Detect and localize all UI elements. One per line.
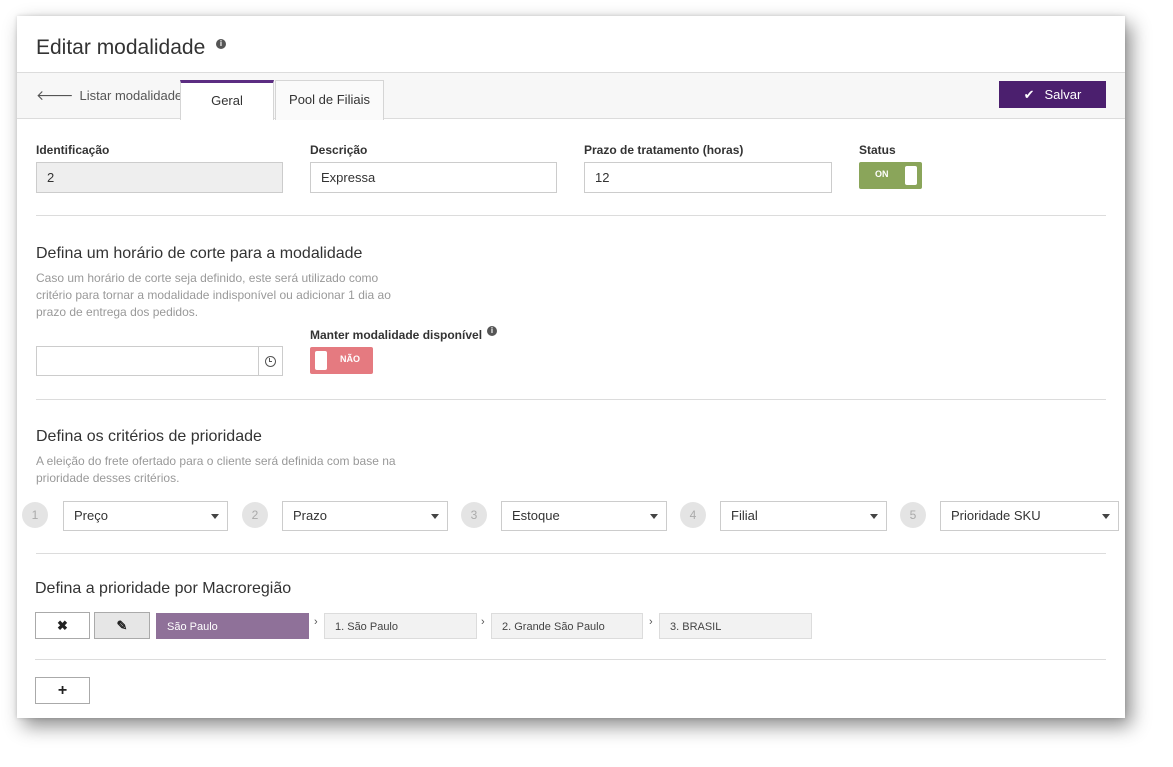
caret-down-icon <box>870 514 878 519</box>
cutoff-time-input[interactable] <box>36 346 283 376</box>
priority-step-2: 2 <box>242 502 268 528</box>
chevron-right-icon: › <box>481 616 485 628</box>
region-item-1: 1. São Paulo <box>324 613 477 639</box>
add-region-button[interactable]: + <box>35 677 90 704</box>
save-button-label: Salvar <box>1044 86 1082 102</box>
toggle-knob <box>315 351 327 370</box>
descricao-label: Descrição <box>310 143 368 157</box>
descricao-field[interactable]: Expressa <box>310 162 557 193</box>
title-bar: Editar modalidade i <box>17 16 1125 73</box>
priority-select-1-value: Preço <box>74 508 108 523</box>
status-toggle-text: ON <box>875 169 889 179</box>
toggle-knob <box>905 166 917 185</box>
prazo-label: Prazo de tratamento (horas) <box>584 143 744 157</box>
caret-down-icon <box>650 514 658 519</box>
divider <box>36 215 1106 216</box>
info-circle-icon[interactable]: i <box>216 39 226 49</box>
priority-select-5-value: Prioridade SKU <box>951 508 1041 523</box>
priority-section-title: Defina os critérios de prioridade <box>36 428 262 445</box>
priority-select-1[interactable]: Preço <box>63 501 228 531</box>
region-item-2: 2. Grande São Paulo <box>491 613 643 639</box>
caret-down-icon <box>431 514 439 519</box>
edit-modality-panel: Editar modalidade i 🡐 Listar modalidades … <box>17 16 1125 718</box>
priority-select-4-value: Filial <box>731 508 758 523</box>
priority-select-4[interactable]: Filial <box>720 501 887 531</box>
cutoff-section-description: Caso um horário de corte seja definido, … <box>36 271 391 319</box>
back-link-label: Listar modalidades <box>79 88 189 103</box>
chevron-right-icon: › <box>314 616 318 628</box>
tab-pool-de-filiais[interactable]: Pool de Filiais <box>275 80 384 120</box>
priority-step-4: 4 <box>680 502 706 528</box>
divider <box>36 553 1106 554</box>
priority-select-2-value: Prazo <box>293 508 327 523</box>
tabs-bar: 🡐 Listar modalidades Geral Pool de Filiai… <box>17 73 1125 120</box>
status-label: Status <box>859 143 896 157</box>
caret-down-icon <box>1102 514 1110 519</box>
identificacao-field: 2 <box>36 162 283 193</box>
back-to-list-link[interactable]: 🡐 Listar modalidades <box>36 87 189 104</box>
priority-select-2[interactable]: Prazo <box>282 501 448 531</box>
identificacao-label: Identificação <box>36 143 110 157</box>
priority-step-1: 1 <box>22 502 48 528</box>
macro-section-title: Defina a prioridade por Macroregião <box>35 580 292 597</box>
region-selector[interactable]: São Paulo <box>156 613 309 639</box>
priority-step-3: 3 <box>461 502 487 528</box>
priority-select-5[interactable]: Prioridade SKU <box>940 501 1119 531</box>
arrow-left-icon: 🡐 <box>36 87 74 103</box>
clock-icon <box>265 356 276 367</box>
edit-region-button[interactable]: ✎ <box>94 612 150 639</box>
status-toggle[interactable]: ON <box>859 162 922 189</box>
priority-step-5: 5 <box>900 502 926 528</box>
keep-available-label: Manter modalidade disponível <box>310 328 483 342</box>
cutoff-section-title: Defina um horário de corte para a modali… <box>36 245 363 262</box>
close-icon: ✖ <box>57 618 68 633</box>
divider <box>35 659 1106 660</box>
keep-available-toggle[interactable]: NÃO <box>310 347 373 374</box>
check-icon: ✔ <box>1023 86 1035 102</box>
plus-icon: + <box>57 682 68 699</box>
remove-region-button[interactable]: ✖ <box>35 612 90 639</box>
clock-button[interactable] <box>258 347 282 375</box>
tab-geral[interactable]: Geral <box>180 80 274 120</box>
priority-select-3[interactable]: Estoque <box>501 501 667 531</box>
page-title: Editar modalidade <box>36 36 206 59</box>
pencil-icon: ✎ <box>116 618 128 633</box>
caret-down-icon <box>211 514 219 519</box>
priority-section-description: A eleição do frete ofertado para o clien… <box>36 454 396 485</box>
divider <box>36 399 1106 400</box>
prazo-field[interactable]: 12 <box>584 162 832 193</box>
chevron-right-icon: › <box>649 616 653 628</box>
region-item-3: 3. BRASIL <box>659 613 812 639</box>
save-button[interactable]: ✔ Salvar <box>999 81 1106 108</box>
info-circle-icon[interactable]: i <box>487 326 497 336</box>
priority-select-3-value: Estoque <box>512 508 560 523</box>
keep-available-toggle-text: NÃO <box>340 354 360 364</box>
